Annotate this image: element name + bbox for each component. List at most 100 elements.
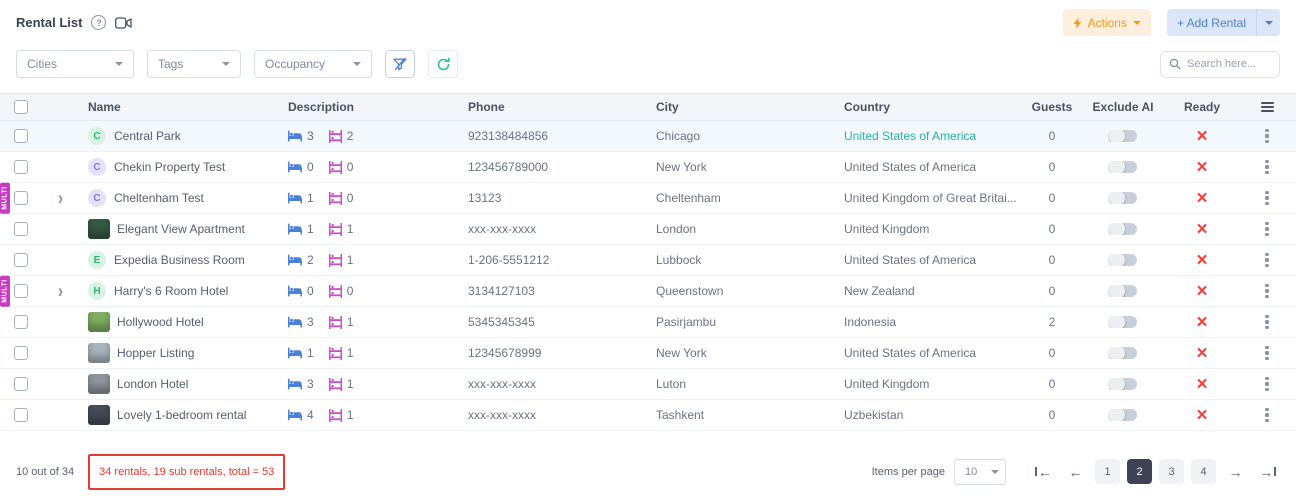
row-menu-button[interactable] <box>1259 342 1274 364</box>
table-row: › Hopper Listing 1 1 12345678999 New Yor… <box>0 338 1296 369</box>
exclude-ai-toggle[interactable] <box>1108 130 1137 142</box>
row-menu-button[interactable] <box>1259 311 1274 333</box>
exclude-ai-toggle[interactable] <box>1108 161 1137 173</box>
rental-name[interactable]: Harry's 6 Room Hotel <box>114 284 228 298</box>
row-checkbox[interactable] <box>14 408 28 422</box>
row-menu-button[interactable] <box>1259 125 1274 147</box>
clear-filters-button[interactable] <box>385 50 415 78</box>
row-checkbox[interactable] <box>14 315 28 329</box>
bedrooms-icon <box>288 285 302 297</box>
previous-page-button[interactable]: ← <box>1063 459 1088 484</box>
bunk-beds-icon <box>328 377 342 391</box>
guests-cell: 0 <box>1048 129 1056 143</box>
search-input[interactable] <box>1187 58 1271 70</box>
row-checkbox[interactable] <box>14 222 28 236</box>
column-header-exclude-ai[interactable]: Exclude AI <box>1082 100 1164 114</box>
rental-name[interactable]: Cheltenham Test <box>114 191 204 205</box>
row-checkbox[interactable] <box>14 253 28 267</box>
row-checkbox[interactable] <box>14 191 28 205</box>
column-header-description[interactable]: Description <box>288 100 468 114</box>
page-button-3[interactable]: 3 <box>1159 459 1184 484</box>
column-header-city[interactable]: City <box>656 100 844 114</box>
add-rental-button[interactable]: + Add Rental <box>1167 9 1256 36</box>
page-button-4[interactable]: 4 <box>1191 459 1216 484</box>
table-row: › E Expedia Business Room 2 1 1-206-5551… <box>0 245 1296 276</box>
row-menu-button[interactable] <box>1259 249 1274 271</box>
first-page-button[interactable]: ← <box>1031 459 1056 484</box>
row-checkbox[interactable] <box>14 377 28 391</box>
phone-cell: 13123 <box>468 191 502 205</box>
row-checkbox[interactable] <box>14 129 28 143</box>
bunk-beds-icon <box>328 315 342 329</box>
bunk-beds-icon <box>328 346 342 360</box>
not-ready-icon: × <box>1196 219 1208 239</box>
bedrooms-icon <box>288 316 302 328</box>
rental-name[interactable]: Expedia Business Room <box>114 253 245 267</box>
expand-chevron[interactable]: › <box>58 284 63 299</box>
city-cell: New York <box>656 160 707 174</box>
refresh-button[interactable] <box>428 50 458 78</box>
rental-thumbnail <box>88 312 110 332</box>
column-header-phone[interactable]: Phone <box>468 100 656 114</box>
column-header-ready[interactable]: Ready <box>1164 100 1240 114</box>
column-header-guests[interactable]: Guests <box>1022 100 1082 114</box>
rental-name[interactable]: Elegant View Apartment <box>117 222 245 236</box>
rental-name[interactable]: London Hotel <box>117 377 188 391</box>
exclude-ai-toggle[interactable] <box>1108 285 1137 297</box>
row-checkbox[interactable] <box>14 160 28 174</box>
country-cell: United States of America <box>844 129 977 143</box>
exclude-ai-toggle[interactable] <box>1108 409 1137 421</box>
city-cell: Pasirjambu <box>656 315 717 329</box>
row-menu-button[interactable] <box>1259 187 1274 209</box>
row-menu-button[interactable] <box>1259 156 1274 178</box>
row-checkbox[interactable] <box>14 346 28 360</box>
page-button-2[interactable]: 2 <box>1127 459 1152 484</box>
rental-name[interactable]: Central Park <box>114 129 181 143</box>
rental-badge: C <box>88 127 106 145</box>
not-ready-icon: × <box>1196 374 1208 394</box>
tags-select[interactable]: Tags <box>147 50 241 78</box>
rental-name[interactable]: Hollywood Hotel <box>117 315 204 329</box>
country-cell: United Kingdom <box>844 222 930 236</box>
bunk-beds-count: 1 <box>346 346 354 360</box>
filter-bar: Cities Tags Occupancy <box>0 42 1296 93</box>
row-checkbox[interactable] <box>14 284 28 298</box>
next-page-button[interactable]: → <box>1223 459 1248 484</box>
rental-name[interactable]: Lovely 1-bedroom rental <box>117 408 246 422</box>
exclude-ai-toggle[interactable] <box>1108 378 1137 390</box>
bedrooms-icon <box>288 254 302 266</box>
row-menu-button[interactable] <box>1259 280 1274 302</box>
last-page-button[interactable]: → <box>1255 459 1280 484</box>
rental-name[interactable]: Hopper Listing <box>117 346 194 360</box>
row-menu-button[interactable] <box>1259 218 1274 240</box>
select-all-checkbox[interactable] <box>14 100 28 114</box>
cities-select[interactable]: Cities <box>16 50 134 78</box>
expand-chevron[interactable]: › <box>58 191 63 206</box>
items-per-page-value: 10 <box>965 465 978 478</box>
help-icon[interactable] <box>91 15 107 30</box>
columns-menu-icon[interactable] <box>1260 100 1274 115</box>
bedrooms-count: 1 <box>307 191 314 205</box>
exclude-ai-toggle[interactable] <box>1108 192 1137 204</box>
column-header-country[interactable]: Country <box>844 100 1022 114</box>
phone-cell: 1-206-5551212 <box>468 253 550 267</box>
guests-cell: 0 <box>1048 284 1056 298</box>
table-row: › C Central Park 3 2 923138484856 Chicag… <box>0 121 1296 152</box>
exclude-ai-toggle[interactable] <box>1108 223 1137 235</box>
occupancy-select[interactable]: Occupancy <box>254 50 372 78</box>
items-per-page-select[interactable]: 10 <box>954 458 1006 485</box>
exclude-ai-toggle[interactable] <box>1108 316 1137 328</box>
page-button-1[interactable]: 1 <box>1095 459 1120 484</box>
exclude-ai-toggle[interactable] <box>1108 347 1137 359</box>
bedrooms-count: 1 <box>307 222 314 236</box>
exclude-ai-toggle[interactable] <box>1108 254 1137 266</box>
row-menu-button[interactable] <box>1259 373 1274 395</box>
rental-name[interactable]: Chekin Property Test <box>114 160 225 174</box>
video-camera-icon[interactable] <box>115 16 133 29</box>
bunk-beds-count: 1 <box>346 408 354 422</box>
guests-cell: 0 <box>1048 191 1056 205</box>
add-rental-dropdown[interactable] <box>1256 9 1280 36</box>
actions-button[interactable]: Actions <box>1062 9 1151 36</box>
row-menu-button[interactable] <box>1259 404 1274 426</box>
column-header-name[interactable]: Name <box>88 100 288 114</box>
